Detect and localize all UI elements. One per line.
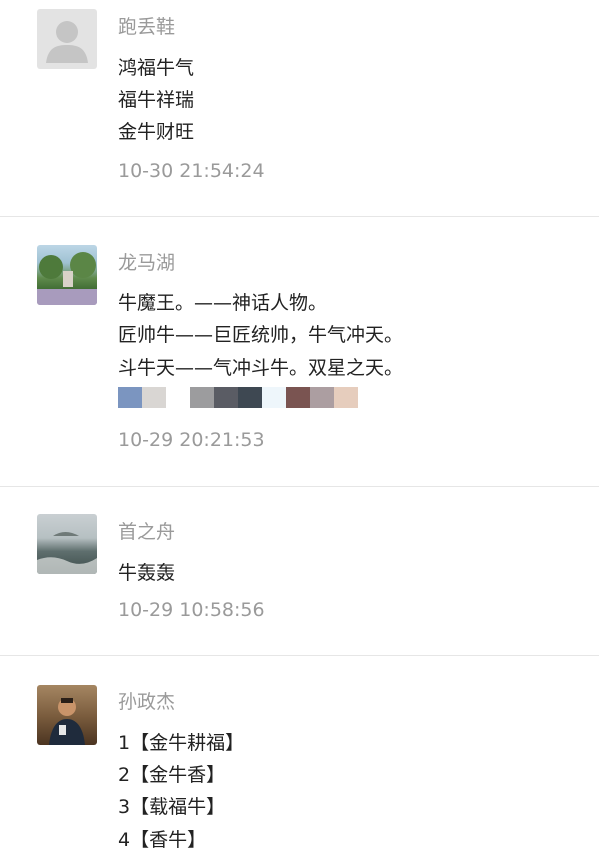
comment-text-line: 牛魔王。——神话人物。	[118, 292, 328, 314]
comment-timestamp: 10-29 20:21:53	[118, 429, 265, 451]
user-avatar[interactable]	[37, 245, 97, 305]
commenter-name[interactable]: 龙马湖	[118, 251, 175, 275]
emoji-icon	[190, 387, 214, 408]
user-avatar[interactable]	[37, 9, 97, 69]
commenter-name[interactable]: 首之舟	[118, 520, 175, 544]
emoji-icon	[262, 387, 286, 408]
commenter-name[interactable]: 跑丢鞋	[118, 15, 175, 39]
user-avatar[interactable]	[37, 685, 97, 745]
comment-text-line: 2【金牛香】	[118, 764, 226, 786]
emoji-icon	[286, 387, 310, 408]
comment-timestamp: 10-30 21:54:24	[118, 160, 265, 182]
comment-text-line: 牛轰轰	[118, 562, 176, 584]
comment-divider	[0, 486, 599, 487]
comment-divider	[0, 216, 599, 217]
comment-text-line: 鸿福牛气	[118, 57, 195, 79]
sea-photo-icon	[37, 532, 97, 574]
default-user-avatar-icon	[46, 21, 88, 63]
portrait-photo-icon	[49, 698, 85, 745]
user-avatar[interactable]	[37, 514, 97, 574]
emoji-icon	[118, 387, 142, 408]
comment-text-line: 福牛祥瑞	[118, 89, 195, 111]
comment-divider	[0, 655, 599, 656]
comment-text-line: 3【载福牛】	[118, 796, 226, 818]
comment-text-line: 4【香牛】	[118, 829, 207, 851]
comment-text-line: 金牛财旺	[118, 121, 195, 143]
emoji-icon	[310, 387, 334, 408]
comment-text-line: 斗牛天——气冲斗牛。双星之天。	[118, 357, 404, 379]
lakeside-photo-icon	[37, 252, 97, 305]
emoji-icon	[142, 387, 166, 408]
comment-timestamp: 10-29 10:58:56	[118, 599, 265, 621]
comment-text-line: 1【金牛耕福】	[118, 732, 245, 754]
emoji-icon	[334, 387, 358, 408]
emoji-icon	[214, 387, 238, 408]
comment-text-line: 匠帅牛——巨匠统帅，牛气冲天。	[118, 324, 404, 346]
emoji-icon	[238, 387, 262, 408]
commenter-name[interactable]: 孙政杰	[118, 690, 175, 714]
emoji-icon	[166, 387, 190, 408]
